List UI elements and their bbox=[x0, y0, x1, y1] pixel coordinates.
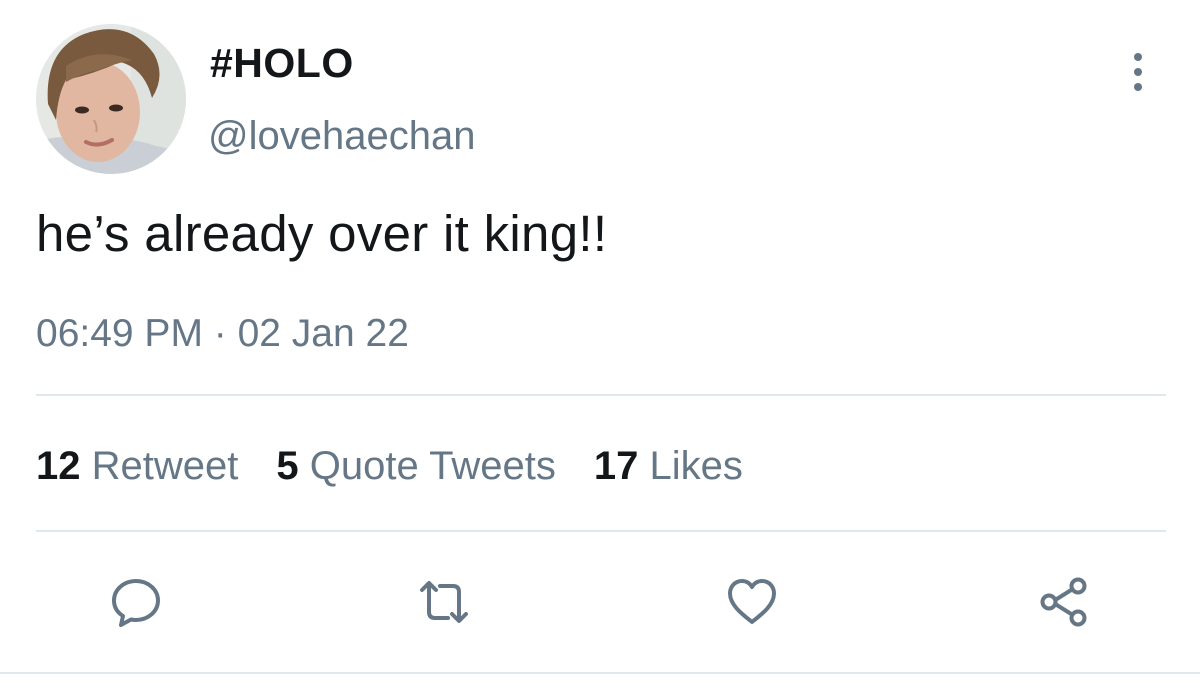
reply-icon bbox=[112, 579, 160, 627]
divider bbox=[0, 672, 1200, 674]
like-count-value: 17 bbox=[593, 444, 639, 488]
avatar[interactable] bbox=[36, 24, 186, 174]
retweet-count-value: 12 bbox=[36, 444, 81, 488]
username[interactable]: @lovehaechan bbox=[208, 114, 475, 159]
retweet-button[interactable] bbox=[414, 572, 474, 632]
tweet-timestamp[interactable]: 06:49 PM · 02 Jan 22 bbox=[36, 312, 409, 356]
divider bbox=[36, 530, 1166, 532]
tweet-stats: 12 Retweet 5 Quote Tweets 17 Likes bbox=[36, 444, 743, 489]
like-count[interactable]: 17 Likes bbox=[594, 444, 743, 489]
share-button[interactable] bbox=[1034, 572, 1094, 632]
share-icon bbox=[1040, 577, 1087, 627]
quote-tweet-count-value: 5 bbox=[276, 444, 299, 488]
reply-button[interactable] bbox=[106, 572, 166, 632]
display-name[interactable]: #HOLO bbox=[210, 40, 354, 87]
retweet-count[interactable]: 12 Retweet bbox=[36, 444, 238, 489]
tweet-text: he’s already over it king!! bbox=[36, 205, 608, 262]
more-options-button[interactable] bbox=[1116, 46, 1160, 98]
like-count-label: Likes bbox=[649, 444, 743, 488]
heart-icon bbox=[728, 579, 776, 624]
more-vertical-icon bbox=[1134, 53, 1142, 91]
retweet-icon bbox=[420, 581, 468, 623]
quote-tweet-count[interactable]: 5 Quote Tweets bbox=[276, 444, 555, 489]
like-button[interactable] bbox=[722, 572, 782, 632]
retweet-count-label: Retweet bbox=[91, 444, 239, 488]
tweet-card: #HOLO @lovehaechan he’s already over it … bbox=[0, 0, 1200, 690]
divider bbox=[36, 394, 1166, 396]
quote-tweet-count-label: Quote Tweets bbox=[309, 444, 556, 488]
